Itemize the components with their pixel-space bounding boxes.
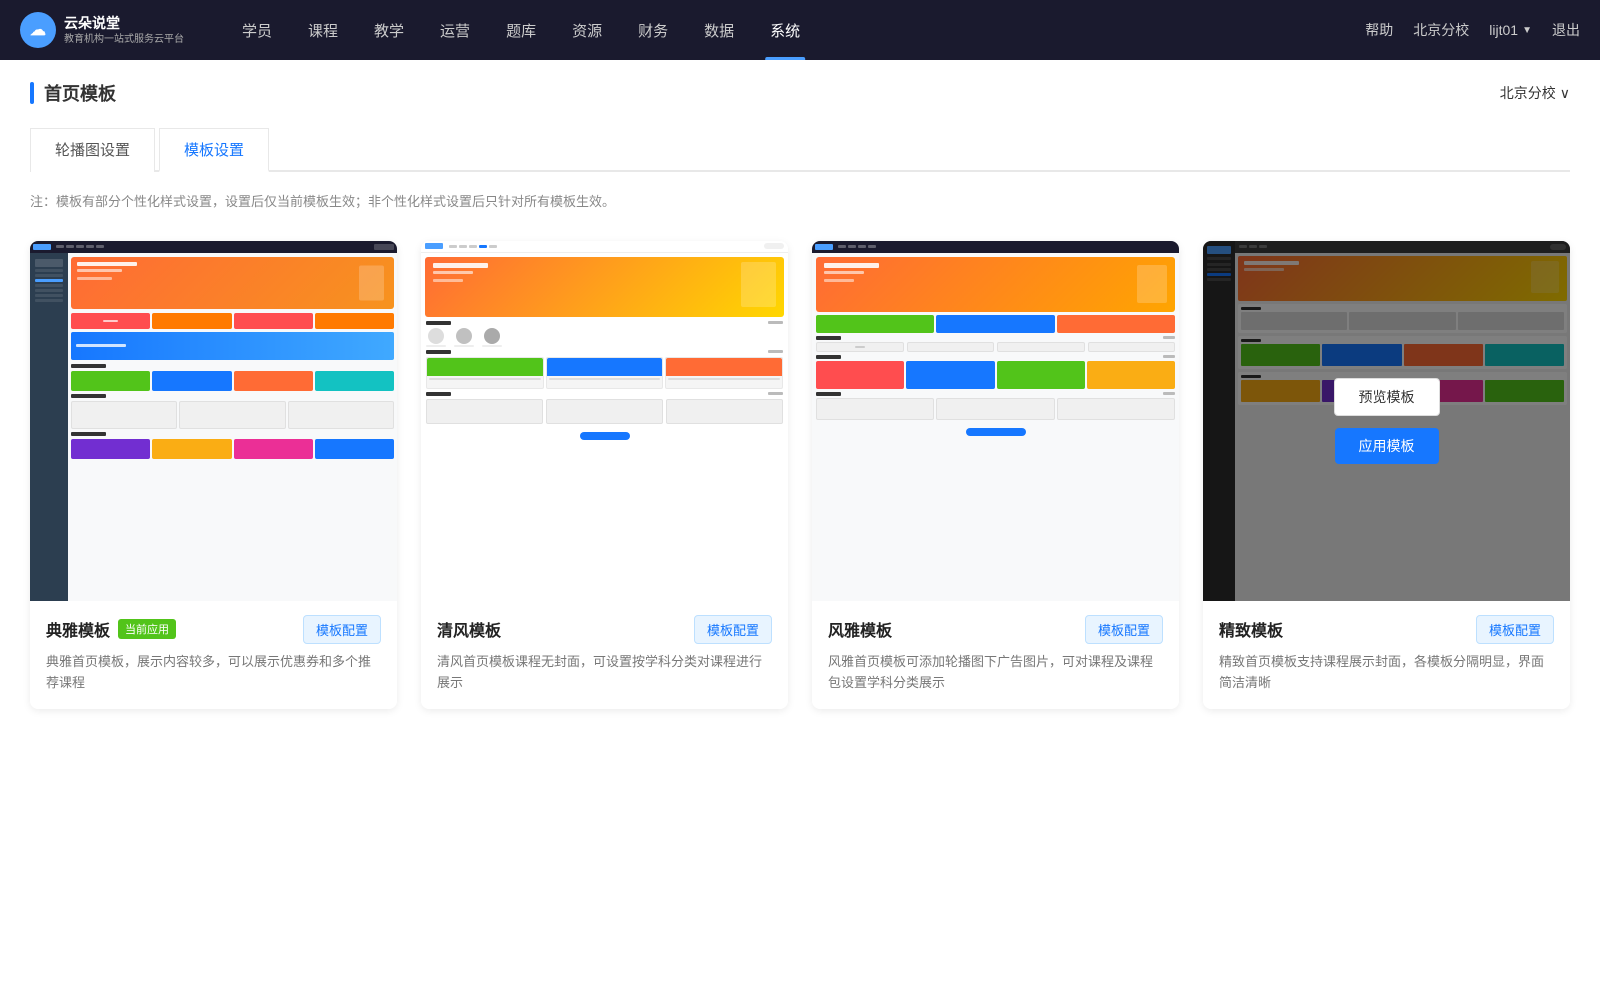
help-link[interactable]: 帮助 xyxy=(1365,20,1393,40)
nav-item-courses[interactable]: 课程 xyxy=(290,0,356,60)
logo: ☁ 云朵说堂 教育机构一站式服务云平台 xyxy=(20,12,184,48)
nav-item-data[interactable]: 数据 xyxy=(686,0,752,60)
badge-applied-1: 当前应用 xyxy=(118,619,176,639)
template-name-1: 典雅模板 xyxy=(46,617,110,641)
templates-grid: 预览模板 应用模板 典雅模板 当前应用 模板配置 典雅首页模板，展示内容较多，可… xyxy=(30,241,1570,710)
user-dropdown[interactable]: lijt01 ▼ xyxy=(1489,22,1532,38)
tab-template[interactable]: 模板设置 xyxy=(159,128,269,172)
template-info-1: 典雅模板 当前应用 模板配置 典雅首页模板，展示内容较多，可以展示优惠券和多个推… xyxy=(30,601,397,710)
template-desc-3: 风雅首页模板可添加轮播图下广告图片，可对课程及课程包设置学科分类展示 xyxy=(828,652,1163,694)
config-btn-1[interactable]: 模板配置 xyxy=(303,615,381,644)
branch-selector-label: 北京分校 xyxy=(1500,83,1556,103)
template-card-4: 预览模板 应用模板 精致模板 模板配置 精致首页模板支持课程展示封面，各模板分隔… xyxy=(1203,241,1570,710)
template-name-row-1: 典雅模板 当前应用 模板配置 xyxy=(46,615,381,644)
template-preview-3[interactable]: 预览模板 应用模板 xyxy=(812,241,1179,601)
config-btn-4[interactable]: 模板配置 xyxy=(1476,615,1554,644)
template-info-4: 精致模板 模板配置 精致首页模板支持课程展示封面，各模板分隔明显，界面简洁清晰 xyxy=(1203,601,1570,710)
nav-item-questions[interactable]: 题库 xyxy=(488,0,554,60)
tab-carousel[interactable]: 轮播图设置 xyxy=(30,128,155,172)
nav-item-system[interactable]: 系统 xyxy=(752,0,818,60)
template-name-row-2: 清风模板 模板配置 xyxy=(437,615,772,644)
nav-item-operations[interactable]: 运营 xyxy=(422,0,488,60)
logo-line2: 教育机构一站式服务云平台 xyxy=(64,33,184,46)
apply-btn-3[interactable]: 应用模板 xyxy=(944,428,1048,464)
logo-icon: ☁ xyxy=(20,12,56,48)
branch-selector-arrow-icon: ∨ xyxy=(1560,85,1570,102)
template-name-left-2: 清风模板 xyxy=(437,617,501,641)
template-preview-2[interactable]: 预览模板 应用模板 xyxy=(421,241,788,601)
template-preview-1[interactable]: 预览模板 应用模板 xyxy=(30,241,397,601)
dropdown-arrow-icon: ▼ xyxy=(1522,25,1532,36)
logo-text: 云朵说堂 教育机构一站式服务云平台 xyxy=(64,14,184,45)
preview-btn-3[interactable]: 预览模板 xyxy=(943,378,1049,416)
title-bar-decoration xyxy=(30,82,34,104)
template-name-row-4: 精致模板 模板配置 xyxy=(1219,615,1554,644)
branch-link[interactable]: 北京分校 xyxy=(1413,20,1469,40)
apply-btn-2[interactable]: 应用模板 xyxy=(553,428,657,464)
logo-line1: 云朵说堂 xyxy=(64,14,184,32)
template-4-overlay: 预览模板 应用模板 xyxy=(1203,241,1570,601)
preview-btn-1[interactable]: 预览模板 xyxy=(161,378,267,416)
template-info-2: 清风模板 模板配置 清风首页模板课程无封面，可设置按学科分类对课程进行展示 xyxy=(421,601,788,710)
username-label: lijt01 xyxy=(1489,22,1518,38)
template-preview-4[interactable]: 预览模板 应用模板 xyxy=(1203,241,1570,601)
page-header: 首页模板 北京分校 ∨ xyxy=(30,80,1570,106)
preview-btn-4[interactable]: 预览模板 xyxy=(1334,378,1440,416)
note-text: 注：模板有部分个性化样式设置，设置后仅当前模板生效；非个性化样式设置后只针对所有… xyxy=(30,192,1570,213)
template-desc-1: 典雅首页模板，展示内容较多，可以展示优惠券和多个推荐课程 xyxy=(46,652,381,694)
nav-item-finance[interactable]: 财务 xyxy=(620,0,686,60)
tabs-wrap: 轮播图设置 模板设置 xyxy=(30,126,1570,172)
template-desc-2: 清风首页模板课程无封面，可设置按学科分类对课程进行展示 xyxy=(437,652,772,694)
navbar: ☁ 云朵说堂 教育机构一站式服务云平台 学员 课程 教学 运营 题库 资源 财务… xyxy=(0,0,1600,60)
template-card-1: 预览模板 应用模板 典雅模板 当前应用 模板配置 典雅首页模板，展示内容较多，可… xyxy=(30,241,397,710)
config-btn-2[interactable]: 模板配置 xyxy=(694,615,772,644)
template-name-3: 风雅模板 xyxy=(828,617,892,641)
page-title: 首页模板 xyxy=(44,80,116,106)
template-name-4: 精致模板 xyxy=(1219,617,1283,641)
logout-link[interactable]: 退出 xyxy=(1552,20,1580,40)
template-name-row-3: 风雅模板 模板配置 xyxy=(828,615,1163,644)
apply-btn-1[interactable]: 应用模板 xyxy=(162,428,266,464)
navbar-right: 帮助 北京分校 lijt01 ▼ 退出 xyxy=(1365,20,1580,40)
template-desc-4: 精致首页模板支持课程展示封面，各模板分隔明显，界面简洁清晰 xyxy=(1219,652,1554,694)
template-name-2: 清风模板 xyxy=(437,617,501,641)
page-title-wrap: 首页模板 xyxy=(30,80,116,106)
template-name-left-3: 风雅模板 xyxy=(828,617,892,641)
nav-item-resources[interactable]: 资源 xyxy=(554,0,620,60)
template-info-3: 风雅模板 模板配置 风雅首页模板可添加轮播图下广告图片，可对课程及课程包设置学科… xyxy=(812,601,1179,710)
apply-btn-4[interactable]: 应用模板 xyxy=(1335,428,1439,464)
nav-item-teaching[interactable]: 教学 xyxy=(356,0,422,60)
nav-item-students[interactable]: 学员 xyxy=(224,0,290,60)
main-nav: 学员 课程 教学 运营 题库 资源 财务 数据 系统 xyxy=(224,0,1365,60)
template-card-3: 预览模板 应用模板 风雅模板 模板配置 风雅首页模板可添加轮播图下广告图片，可对… xyxy=(812,241,1179,710)
page-content: 首页模板 北京分校 ∨ 轮播图设置 模板设置 注：模板有部分个性化样式设置，设置… xyxy=(0,60,1600,990)
template-name-left-1: 典雅模板 当前应用 xyxy=(46,617,176,641)
template-name-left-4: 精致模板 xyxy=(1219,617,1283,641)
preview-btn-2[interactable]: 预览模板 xyxy=(552,378,658,416)
config-btn-3[interactable]: 模板配置 xyxy=(1085,615,1163,644)
branch-selector[interactable]: 北京分校 ∨ xyxy=(1500,83,1570,103)
template-card-2: 预览模板 应用模板 清风模板 模板配置 清风首页模板课程无封面，可设置按学科分类… xyxy=(421,241,788,710)
